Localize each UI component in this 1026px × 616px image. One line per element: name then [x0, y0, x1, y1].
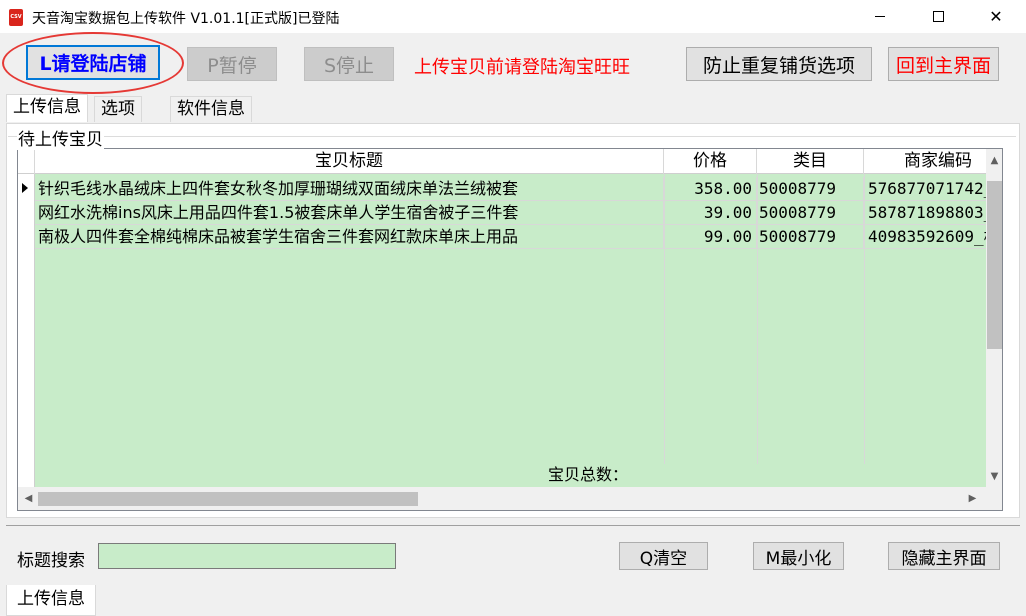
- horizontal-scrollbar[interactable]: ◀ ▶: [18, 487, 986, 510]
- grid-header: 宝贝标题 价格 类目 商家编码: [18, 149, 986, 174]
- row-header-corner: [18, 149, 35, 174]
- column-header-category[interactable]: 类目: [757, 149, 864, 174]
- cell-title[interactable]: 网红水洗棉ins风床上用品四件套1.5被套床单人学生宿舍被子三件套: [35, 201, 664, 225]
- cell-merchant-code[interactable]: 576877071742_人: [864, 177, 986, 201]
- group-divider: [8, 136, 1016, 137]
- pending-items-group-title: 待上传宝贝: [17, 125, 104, 150]
- scroll-up-icon[interactable]: ▲: [986, 155, 1002, 166]
- cell-merchant-code[interactable]: 40983592609_棉: [864, 225, 986, 249]
- login-store-button[interactable]: L请登陆店铺: [26, 45, 160, 80]
- table-row[interactable]: 网红水洗棉ins风床上用品四件套1.5被套床单人学生宿舍被子三件套 39.00 …: [18, 201, 986, 225]
- minimize-icon: [875, 16, 885, 17]
- horizontal-scroll-thumb[interactable]: [38, 492, 418, 506]
- column-header-price[interactable]: 价格: [664, 149, 757, 174]
- table-row[interactable]: 南极人四件套全棉纯棉床品被套学生宿舍三件套网红款床单床上用品 99.00 500…: [18, 225, 986, 249]
- close-icon: ✕: [989, 7, 1003, 26]
- pause-button[interactable]: P暂停: [187, 47, 277, 81]
- column-header-merchant-code[interactable]: 商家编码: [864, 149, 1002, 174]
- tab-upload-info[interactable]: 上传信息: [6, 94, 88, 122]
- scroll-left-icon[interactable]: ◀: [20, 493, 37, 504]
- window-title: 天音淘宝数据包上传软件 V1.01.1[正式版]已登陆: [32, 11, 340, 27]
- title-search-input[interactable]: [98, 543, 396, 569]
- cell-title[interactable]: 针织毛线水晶绒床上四件套女秋冬加厚珊瑚绒双面绒床单法兰绒被套: [35, 177, 664, 201]
- scrollbar-corner: [986, 487, 1002, 510]
- status-tab-upload-info[interactable]: 上传信息: [6, 585, 96, 616]
- cell-merchant-code[interactable]: 587871898803_中: [864, 201, 986, 225]
- column-header-title[interactable]: 宝贝标题: [35, 149, 664, 174]
- hide-main-window-button[interactable]: 隐藏主界面: [888, 542, 1000, 570]
- app-icon: CSV: [9, 9, 23, 26]
- vertical-scrollbar[interactable]: ▲ ▼: [986, 149, 1002, 487]
- tab-software-info[interactable]: 软件信息: [170, 96, 252, 122]
- cell-price[interactable]: 39.00: [664, 201, 757, 225]
- total-items-label: 宝贝总数：: [548, 465, 629, 484]
- stop-button[interactable]: S停止: [304, 47, 394, 81]
- current-row-indicator-icon: [22, 183, 28, 193]
- scroll-right-icon[interactable]: ▶: [964, 493, 981, 504]
- back-to-main-button[interactable]: 回到主界面: [888, 47, 999, 81]
- clear-button[interactable]: Q清空: [619, 542, 708, 570]
- table-row[interactable]: 针织毛线水晶绒床上四件套女秋冬加厚珊瑚绒双面绒床单法兰绒被套 358.00 50…: [18, 177, 986, 201]
- grid-footer-row: 宝贝总数：: [18, 463, 986, 487]
- cell-category[interactable]: 50008779: [757, 177, 864, 201]
- title-bar: CSV 天音淘宝数据包上传软件 V1.01.1[正式版]已登陆 ✕: [0, 0, 1026, 33]
- maximize-icon: [932, 11, 944, 22]
- tab-options[interactable]: 选项: [94, 96, 142, 122]
- cell-price[interactable]: 358.00: [664, 177, 757, 201]
- maximize-window-button[interactable]: [909, 0, 967, 33]
- cell-category[interactable]: 50008779: [757, 225, 864, 249]
- duplicate-prevention-button[interactable]: 防止重复铺货选项: [686, 47, 872, 81]
- cell-title[interactable]: 南极人四件套全棉纯棉床品被套学生宿舍三件套网红款床单床上用品: [35, 225, 664, 249]
- scroll-down-icon[interactable]: ▼: [986, 471, 1002, 482]
- cell-category[interactable]: 50008779: [757, 201, 864, 225]
- minimize-button[interactable]: M最小化: [753, 542, 844, 570]
- pending-items-grid[interactable]: 宝贝标题 价格 类目 商家编码 针织毛线水晶绒床上四件套女秋冬加厚珊瑚绒双面绒床…: [17, 148, 1003, 511]
- vertical-scroll-thumb[interactable]: [987, 181, 1002, 349]
- close-window-button[interactable]: ✕: [967, 0, 1025, 33]
- title-search-label: 标题搜索: [17, 551, 85, 571]
- minimize-window-button[interactable]: [851, 0, 909, 33]
- login-warning-text: 上传宝贝前请登陆淘宝旺旺: [414, 57, 630, 78]
- cell-price[interactable]: 99.00: [664, 225, 757, 249]
